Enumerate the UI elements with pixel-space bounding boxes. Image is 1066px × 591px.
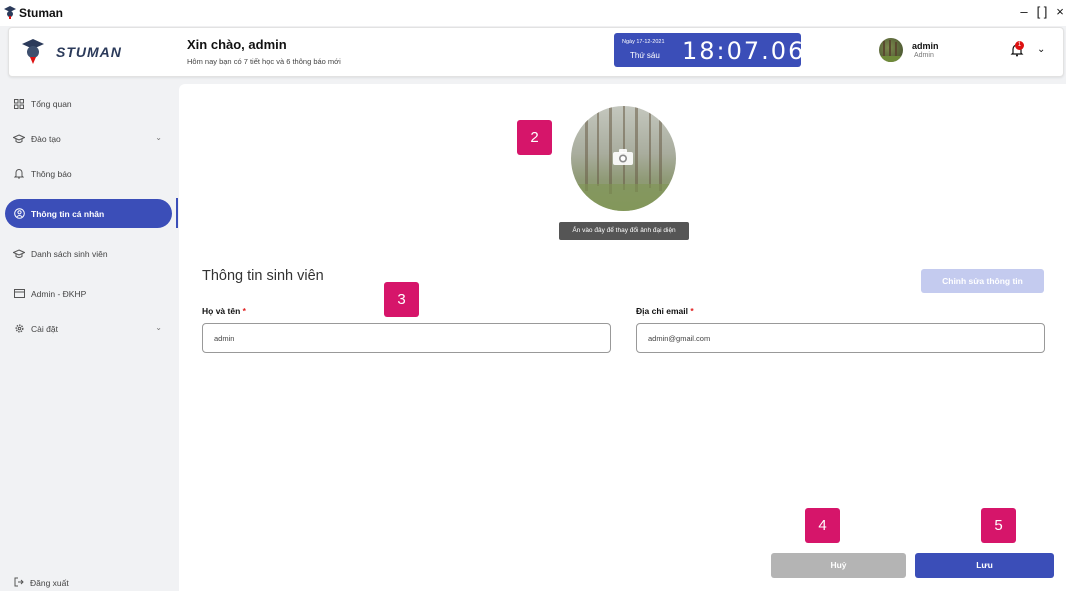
graduation-cap-icon — [13, 133, 25, 145]
chevron-down-icon[interactable]: ⌄ — [1037, 44, 1045, 55]
name-label-text: Họ và tên — [202, 306, 241, 316]
step-marker-4: 4 — [805, 508, 840, 543]
avatar-tooltip: Ấn vào đây để thay đổi ảnh đại diện — [559, 222, 689, 240]
greeting: Xin chào, admin — [187, 37, 287, 52]
edit-info-button[interactable]: Chỉnh sửa thông tin — [921, 269, 1044, 293]
bell-icon — [13, 168, 25, 180]
profile-avatar[interactable] — [571, 106, 676, 211]
sidebar-item-label: Danh sách sinh viên — [31, 248, 108, 259]
app-header: STUMAN Xin chào, admin Hôm nay bạn có 7 … — [8, 27, 1064, 77]
logo-text: STUMAN — [56, 44, 122, 60]
chevron-down-icon: ⌄ — [155, 133, 162, 142]
chevron-down-icon: ⌄ — [155, 323, 162, 332]
window-title: Stuman — [19, 6, 64, 20]
gear-icon — [13, 323, 25, 335]
minimize-button[interactable]: – — [1018, 4, 1030, 19]
sidebar-item-label: Đào tạo — [31, 133, 61, 144]
user-circle-icon — [13, 208, 25, 220]
sidebar-item-label: Thông tin cá nhân — [31, 208, 105, 219]
user-role: Admin — [914, 52, 934, 59]
logout-label: Đăng xuất — [30, 578, 69, 588]
cancel-button[interactable]: Huỷ — [771, 553, 906, 578]
sidebar-item-admin-dkhp[interactable]: Admin - ĐKHP — [5, 279, 172, 308]
sidebar-item-label: Thông báo — [31, 168, 72, 179]
logout-button[interactable]: Đăng xuất — [14, 577, 69, 589]
grid-icon — [13, 98, 25, 110]
graduation-cap-icon — [13, 248, 25, 260]
name-label: Họ và tên * — [202, 306, 246, 316]
greeting-subtitle: Hôm nay bạn có 7 tiết học và 6 thông báo… — [187, 57, 341, 66]
name-field[interactable]: admin — [202, 323, 611, 353]
step-marker-2: 2 — [517, 120, 552, 155]
clock-date: Ngày 17-12-2021 — [622, 39, 665, 45]
sidebar-item-student-list[interactable]: Danh sách sinh viên — [5, 239, 172, 268]
camera-icon — [613, 149, 633, 165]
window-titlebar: Stuman – [ ] × — [0, 0, 1066, 26]
active-indicator — [176, 198, 178, 228]
email-label: Địa chỉ email * — [636, 306, 694, 316]
profile-panel: Ấn vào đây để thay đổi ảnh đại diện Thôn… — [179, 84, 1066, 591]
sidebar-item-label: Admin - ĐKHP — [31, 288, 87, 299]
sidebar-item-settings[interactable]: Cài đặt ⌄ — [5, 314, 172, 343]
sidebar-item-training[interactable]: Đào tạo ⌄ — [5, 124, 172, 153]
card-icon — [13, 288, 25, 300]
section-title: Thông tin sinh viên — [202, 268, 324, 284]
clock-time: 18:07.06 — [682, 37, 806, 65]
required-mark: * — [242, 306, 246, 316]
clock-widget: Ngày 17-12-2021 Thứ sáu 18:07.06 — [614, 33, 803, 67]
sidebar-item-notifications[interactable]: Thông báo — [5, 159, 172, 188]
user-name[interactable]: admin — [912, 41, 939, 51]
step-marker-5: 5 — [981, 508, 1016, 543]
user-avatar[interactable] — [879, 38, 903, 62]
stuman-logo-icon — [22, 39, 44, 64]
email-field[interactable]: admin@gmail.com — [636, 323, 1045, 353]
notification-badge: 1 — [1015, 41, 1024, 50]
sidebar-item-profile[interactable]: Thông tin cá nhân — [5, 199, 172, 228]
email-label-text: Địa chỉ email — [636, 306, 688, 316]
sidebar-item-label: Cài đặt — [31, 323, 58, 334]
save-button[interactable]: Lưu — [915, 553, 1054, 578]
logout-icon — [14, 577, 24, 589]
app-logo-icon — [4, 6, 16, 19]
step-marker-3: 3 — [384, 282, 419, 317]
sidebar: Tổng quan Đào tạo ⌄ Thông báo Thông tin … — [0, 84, 178, 591]
clock-day: Thứ sáu — [630, 51, 660, 60]
sidebar-item-label: Tổng quan — [31, 98, 72, 109]
sidebar-item-overview[interactable]: Tổng quan — [5, 89, 172, 118]
maximize-button[interactable]: [ ] — [1036, 4, 1048, 19]
close-button[interactable]: × — [1054, 4, 1066, 19]
required-mark: * — [690, 306, 694, 316]
